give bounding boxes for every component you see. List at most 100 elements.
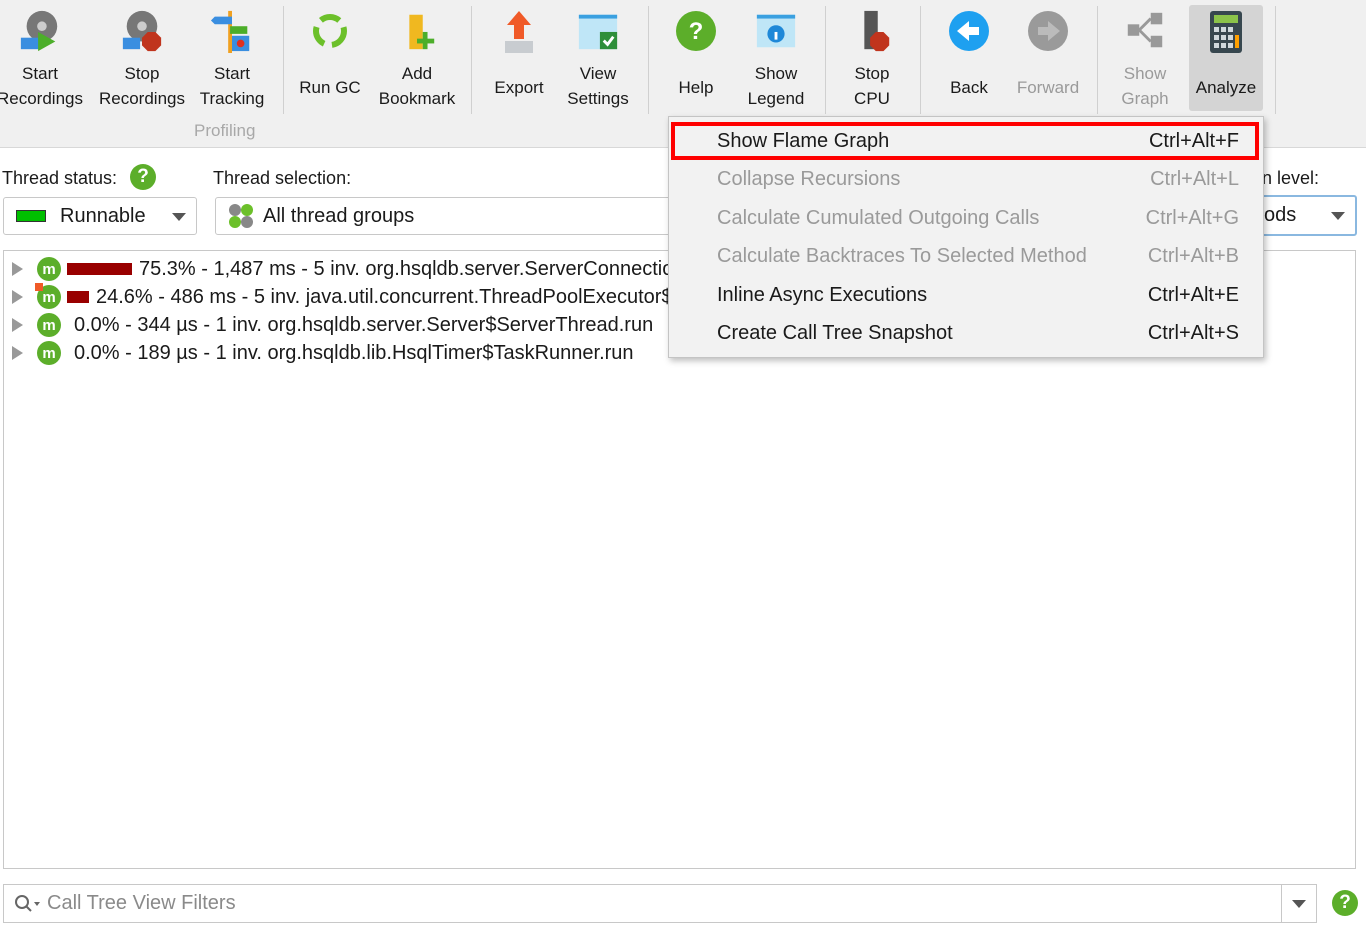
- label: Start: [214, 64, 250, 83]
- calculator-icon: [1210, 11, 1242, 53]
- label: Export: [494, 78, 544, 97]
- method-icon: m: [37, 341, 61, 365]
- aggregation-level-value: ods: [1264, 204, 1297, 226]
- graph-icon: [1127, 12, 1163, 48]
- show-legend-button[interactable]: Show Legend: [740, 5, 812, 111]
- label: Start: [22, 64, 58, 83]
- menu-item-shortcut: Ctrl+Alt+L: [1150, 167, 1239, 190]
- call-tree-view-filter-input[interactable]: Call Tree View Filters: [3, 884, 1317, 923]
- menu-item-shortcut: Ctrl+Alt+S: [1147, 321, 1239, 344]
- run-gc-button[interactable]: Run GC: [296, 5, 364, 111]
- stop-recordings-button[interactable]: Stop Recordings: [98, 5, 186, 111]
- label: Stop: [854, 64, 890, 83]
- filter-placeholder: Call Tree View Filters: [47, 892, 236, 914]
- menu-item-label: Inline Async Executions: [717, 283, 928, 306]
- thread-status-dropdown[interactable]: Runnable: [3, 197, 197, 235]
- menu-item-label: Show Flame Graph: [717, 129, 890, 152]
- label: Stop: [124, 64, 160, 83]
- method-icon: m: [35, 283, 61, 309]
- menu-item-create-call-tree-snapshot[interactable]: Create Call Tree Snapshot Ctrl+Alt+S: [669, 314, 1263, 352]
- analyze-button[interactable]: Analyze: [1189, 5, 1263, 111]
- add-bookmark-button[interactable]: Add Bookmark: [374, 5, 460, 111]
- async-marker-icon: [35, 283, 43, 291]
- svg-text:?: ?: [689, 18, 704, 45]
- separator: [471, 6, 472, 114]
- aggregation-level-label: n level:: [1262, 168, 1320, 188]
- menu-item-shortcut: Ctrl+Alt+F: [1148, 129, 1239, 152]
- thread-status-help-icon[interactable]: ?: [130, 164, 156, 190]
- bookmark-add-icon: [409, 14, 435, 50]
- thread-status-value: Runnable: [60, 204, 146, 227]
- expand-icon[interactable]: [12, 262, 23, 276]
- start-recordings-button[interactable]: Start Recordings: [0, 5, 83, 111]
- label: Tracking: [199, 89, 265, 108]
- recycle-icon: [313, 14, 347, 48]
- forward-button[interactable]: Forward: [1010, 5, 1086, 111]
- film-reel-play-icon: [20, 10, 58, 52]
- start-tracking-button[interactable]: Start Tracking: [196, 5, 268, 111]
- expand-icon[interactable]: [12, 290, 23, 304]
- analyze-menu: Show Flame Graph Ctrl+Alt+F Collapse Recu…: [668, 116, 1264, 358]
- thread-selection-label: Thread selection:: [213, 168, 352, 188]
- separator: [1097, 6, 1098, 114]
- thread-selection-dropdown[interactable]: All thread groups: [215, 197, 675, 235]
- legend-info-icon: [756, 14, 796, 48]
- method-icon: m: [37, 313, 61, 337]
- tree-row[interactable]: m 75.3% - 1,487 ms - 5 inv. org.hsqldb.s…: [12, 255, 719, 283]
- label: Help: [678, 78, 714, 97]
- separator: [283, 6, 284, 114]
- menu-item-calculate-backtraces[interactable]: Calculate Backtraces To Selected Method C…: [669, 237, 1263, 275]
- percent-bar: [67, 291, 89, 303]
- label: Recordings: [0, 89, 83, 108]
- label: Settings: [567, 89, 629, 108]
- label: CPU: [854, 89, 890, 108]
- label: Add: [401, 64, 433, 83]
- profiling-group-label: Profiling: [194, 121, 256, 140]
- tree-row[interactable]: m 24.6% - 486 ms - 5 inv. java.util.conc…: [12, 283, 770, 311]
- film-reel-stop-icon: [122, 10, 162, 52]
- menu-item-label: Calculate Cumulated Outgoing Calls: [717, 206, 1040, 229]
- help-button[interactable]: ? Help: [665, 5, 727, 111]
- menu-item-show-flame-graph[interactable]: Show Flame Graph Ctrl+Alt+F: [671, 122, 1259, 160]
- expand-icon[interactable]: [12, 346, 23, 360]
- menu-item-calculate-cumulated-outgoing-calls[interactable]: Calculate Cumulated Outgoing Calls Ctrl+A…: [669, 199, 1263, 237]
- show-graph-button[interactable]: Show Graph: [1112, 5, 1178, 111]
- label: Show: [754, 64, 798, 83]
- label: Recordings: [99, 89, 185, 108]
- row-text: 75.3% - 1,487 ms - 5 inv. org.hsqldb.ser…: [139, 257, 719, 280]
- search-icon: [15, 895, 40, 912]
- expand-icon[interactable]: [12, 318, 23, 332]
- separator: [1275, 6, 1276, 114]
- menu-item-shortcut: Ctrl+Alt+B: [1147, 244, 1239, 267]
- tree-row[interactable]: m 0.0% - 344 µs - 1 inv. org.hsqldb.serv…: [12, 311, 653, 339]
- forward-arrow-icon: [1028, 11, 1068, 51]
- chevron-down-icon: [1292, 900, 1306, 908]
- filter-history-dropdown-button[interactable]: [1281, 885, 1316, 922]
- method-icon: m: [37, 257, 61, 281]
- menu-item-label: Collapse Recursions: [717, 167, 901, 190]
- runnable-color-swatch: [16, 210, 46, 222]
- thread-selection-value: All thread groups: [263, 204, 415, 227]
- label: Graph: [1121, 89, 1169, 108]
- help-icon: ?: [676, 11, 716, 51]
- row-text: 0.0% - 344 µs - 1 inv. org.hsqldb.server…: [74, 313, 654, 336]
- thread-groups-icon: [229, 204, 253, 228]
- label: Legend: [747, 89, 805, 108]
- help-icon[interactable]: ?: [1332, 890, 1358, 916]
- back-button[interactable]: Back: [938, 5, 1000, 111]
- row-text: 0.0% - 189 µs - 1 inv. org.hsqldb.lib.Hs…: [74, 341, 634, 364]
- menu-item-shortcut: Ctrl+Alt+G: [1145, 206, 1239, 229]
- stop-cpu-button[interactable]: Stop CPU: [840, 5, 904, 111]
- back-arrow-icon: [949, 11, 989, 51]
- label: View: [579, 64, 617, 83]
- separator: [825, 6, 826, 114]
- export-button[interactable]: Export: [488, 5, 550, 111]
- signpost-icon: [210, 10, 250, 53]
- label: Forward: [1016, 78, 1080, 97]
- menu-item-collapse-recursions[interactable]: Collapse Recursions Ctrl+Alt+L: [669, 160, 1263, 198]
- tree-row[interactable]: m 0.0% - 189 µs - 1 inv. org.hsqldb.lib.…: [12, 339, 634, 367]
- view-settings-button[interactable]: View Settings: [560, 5, 636, 111]
- menu-item-inline-async-executions[interactable]: Inline Async Executions Ctrl+Alt+E: [669, 276, 1263, 314]
- label: Bookmark: [378, 89, 456, 108]
- chevron-down-icon: [1331, 212, 1345, 220]
